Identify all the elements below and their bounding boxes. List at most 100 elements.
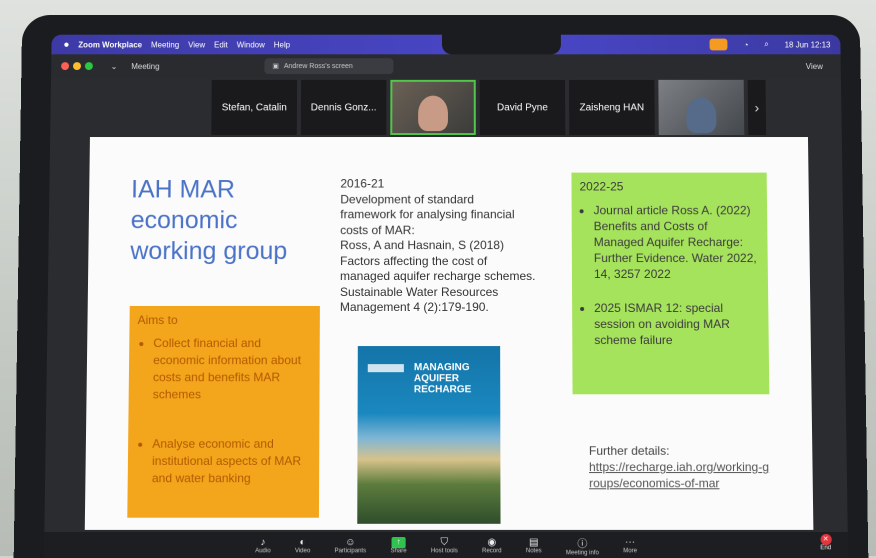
menu-edit[interactable]: Edit [214,40,228,49]
host-tools-button[interactable]: ⛉ Host tools [431,537,458,554]
participant-video-tile[interactable] [390,79,476,136]
menubar-status: ◔ ⌕ 18 Jun 12:13 [709,35,831,55]
shield-icon: ⛉ [440,536,449,548]
screen-share-label[interactable]: ▣ Andrew Ross's screen [264,58,394,74]
menubar-clock[interactable]: 18 Jun 12:13 [785,40,831,49]
zoom-window-bar: ⌄ Meeting ▣ Andrew Ross's screen View [51,54,841,78]
mid-line: costs of MAR: [340,222,415,237]
camera-icon: ◐ [299,536,306,548]
apple-icon[interactable]: ● [63,39,69,50]
menu-meeting[interactable]: Meeting [151,40,179,49]
participant-video [418,95,448,132]
green-box: 2022-25 Journal article Ross A. (2022) B… [571,172,770,395]
record-label: Record [482,547,502,554]
record-button[interactable]: ◉ Record [482,537,502,554]
green-list: Journal article Ross A. (2022) Benefits … [580,202,761,348]
further-details: Further details: https://recharge.iah.or… [589,443,771,492]
end-label: End [820,545,832,552]
aims-box: Aims to Collect financial and economic i… [127,305,320,518]
further-link[interactable]: https://recharge.iah.org/working-groups/… [589,459,771,491]
book-title: MANAGING AQUIFER RECHARGE [413,362,472,396]
mid-column-text: 2016-21 Development of standard framewor… [340,177,570,316]
audio-label: Audio [255,547,271,554]
mid-line: 2016-21 [340,176,385,191]
participant-name: Zaisheng HAN [579,101,645,113]
close-window-button[interactable] [61,62,70,71]
laptop-screen: ● Zoom Workplace Meeting View Edit Windo… [43,34,849,558]
more-icon: ⋯ [624,536,636,548]
further-label: Further details: [588,443,670,458]
menu-view[interactable]: View [188,40,205,49]
mid-line: Development of standard [340,191,474,206]
slide-title: IAH MAR economic working group [130,175,320,267]
menu-help[interactable]: Help [274,40,290,49]
aims-heading: Aims to [137,312,178,328]
slide-title-line: working group [130,237,288,266]
window-controls [61,62,93,71]
more-button[interactable]: ⋯ More [623,537,637,554]
maximize-window-button[interactable] [84,62,93,71]
mid-line: framework for analysing financial [340,207,515,222]
host-tools-label: Host tools [430,547,458,554]
slide-title-line: economic [130,206,238,235]
aims-item: Collect financial and economic informati… [153,335,312,403]
audio-button[interactable]: ♪ Audio [255,537,271,554]
notes-label: Notes [525,547,542,554]
record-icon: ◉ [487,536,497,548]
meeting-toolbar: ♪ Audio ◐ Video ☺ Participants ↑ Share ⛉ Host… [43,531,849,558]
slide-title-line: IAH MAR [130,175,236,204]
video-button[interactable]: ◐ Video [295,537,310,554]
participants-button[interactable]: ☺ Participants [335,537,367,554]
mid-line: Sustainable Water Resources [339,284,499,299]
participant-video [686,97,717,134]
share-icon: ↑ [391,536,406,548]
microphone-icon: ♪ [260,536,266,548]
screen-share-indicator-icon[interactable] [709,38,728,51]
green-heading: 2022-25 [579,179,624,194]
participant-name: David Pyne [497,101,548,113]
view-button[interactable]: View [806,62,823,71]
menu-window[interactable]: Window [237,40,265,49]
notes-icon: ▤ [528,536,539,548]
participant-name: Dennis Gonz... [310,101,377,113]
mid-line: Ross, A and Hasnain, S (2018) [340,238,505,253]
shared-slide: IAH MAR economic working group Aims to C… [84,137,814,530]
share-button[interactable]: ↑ Share [390,536,407,554]
participant-tile[interactable]: Dennis Gonz... [300,79,387,136]
camera-notch [441,34,561,55]
info-icon: ⓘ [577,538,588,550]
search-icon[interactable]: ⌕ [764,40,769,50]
participant-video-tile[interactable] [658,79,745,136]
unesco-logo [367,364,404,373]
mid-line: Factors affecting the cost of [340,253,488,268]
participant-tile[interactable]: Stefan, Catalin [211,79,298,136]
mid-line: Management 4 (2):179-190. [339,299,489,314]
more-label: More [623,547,637,554]
notes-button[interactable]: ▤ Notes [526,537,542,554]
mid-line: managed aquifer recharge schemes. [340,269,536,284]
minimize-window-button[interactable] [72,62,82,71]
aims-item: Analyse economic and institutional aspec… [152,436,311,488]
end-call-icon: ✕ [820,533,832,546]
participant-gallery: Stefan, Catalin Dennis Gonz... David Pyn… [211,79,768,136]
participant-tile[interactable]: Zaisheng HAN [569,79,655,136]
participant-tile[interactable]: David Pyne [479,79,566,136]
end-button[interactable]: ✕ End [813,533,838,556]
screen-icon: ▣ [272,63,279,71]
aims-list: Collect financial and economic informati… [136,335,312,487]
meeting-info-label: Meeting info [565,549,599,556]
participant-name: Stefan, Catalin [221,101,287,113]
screen-share-text: Andrew Ross's screen [283,62,353,70]
green-item: Journal article Ross A. (2022) Benefits … [594,202,760,282]
share-label: Share [390,547,407,554]
laptop: ● Zoom Workplace Meeting View Edit Windo… [13,15,869,558]
meeting-window-label[interactable]: Meeting [131,62,159,71]
wifi-icon[interactable]: ◔ [744,40,749,49]
video-label: Video [294,547,311,554]
menubar-app-name[interactable]: Zoom Workplace [78,40,142,49]
gallery-next-button[interactable]: › [747,79,767,136]
chevron-down-icon[interactable]: ⌄ [111,62,118,71]
participants-label: Participants [334,547,367,554]
book-cover-image: MANAGING AQUIFER RECHARGE [357,346,501,524]
meeting-info-button[interactable]: ⓘ Meeting info [565,534,599,556]
